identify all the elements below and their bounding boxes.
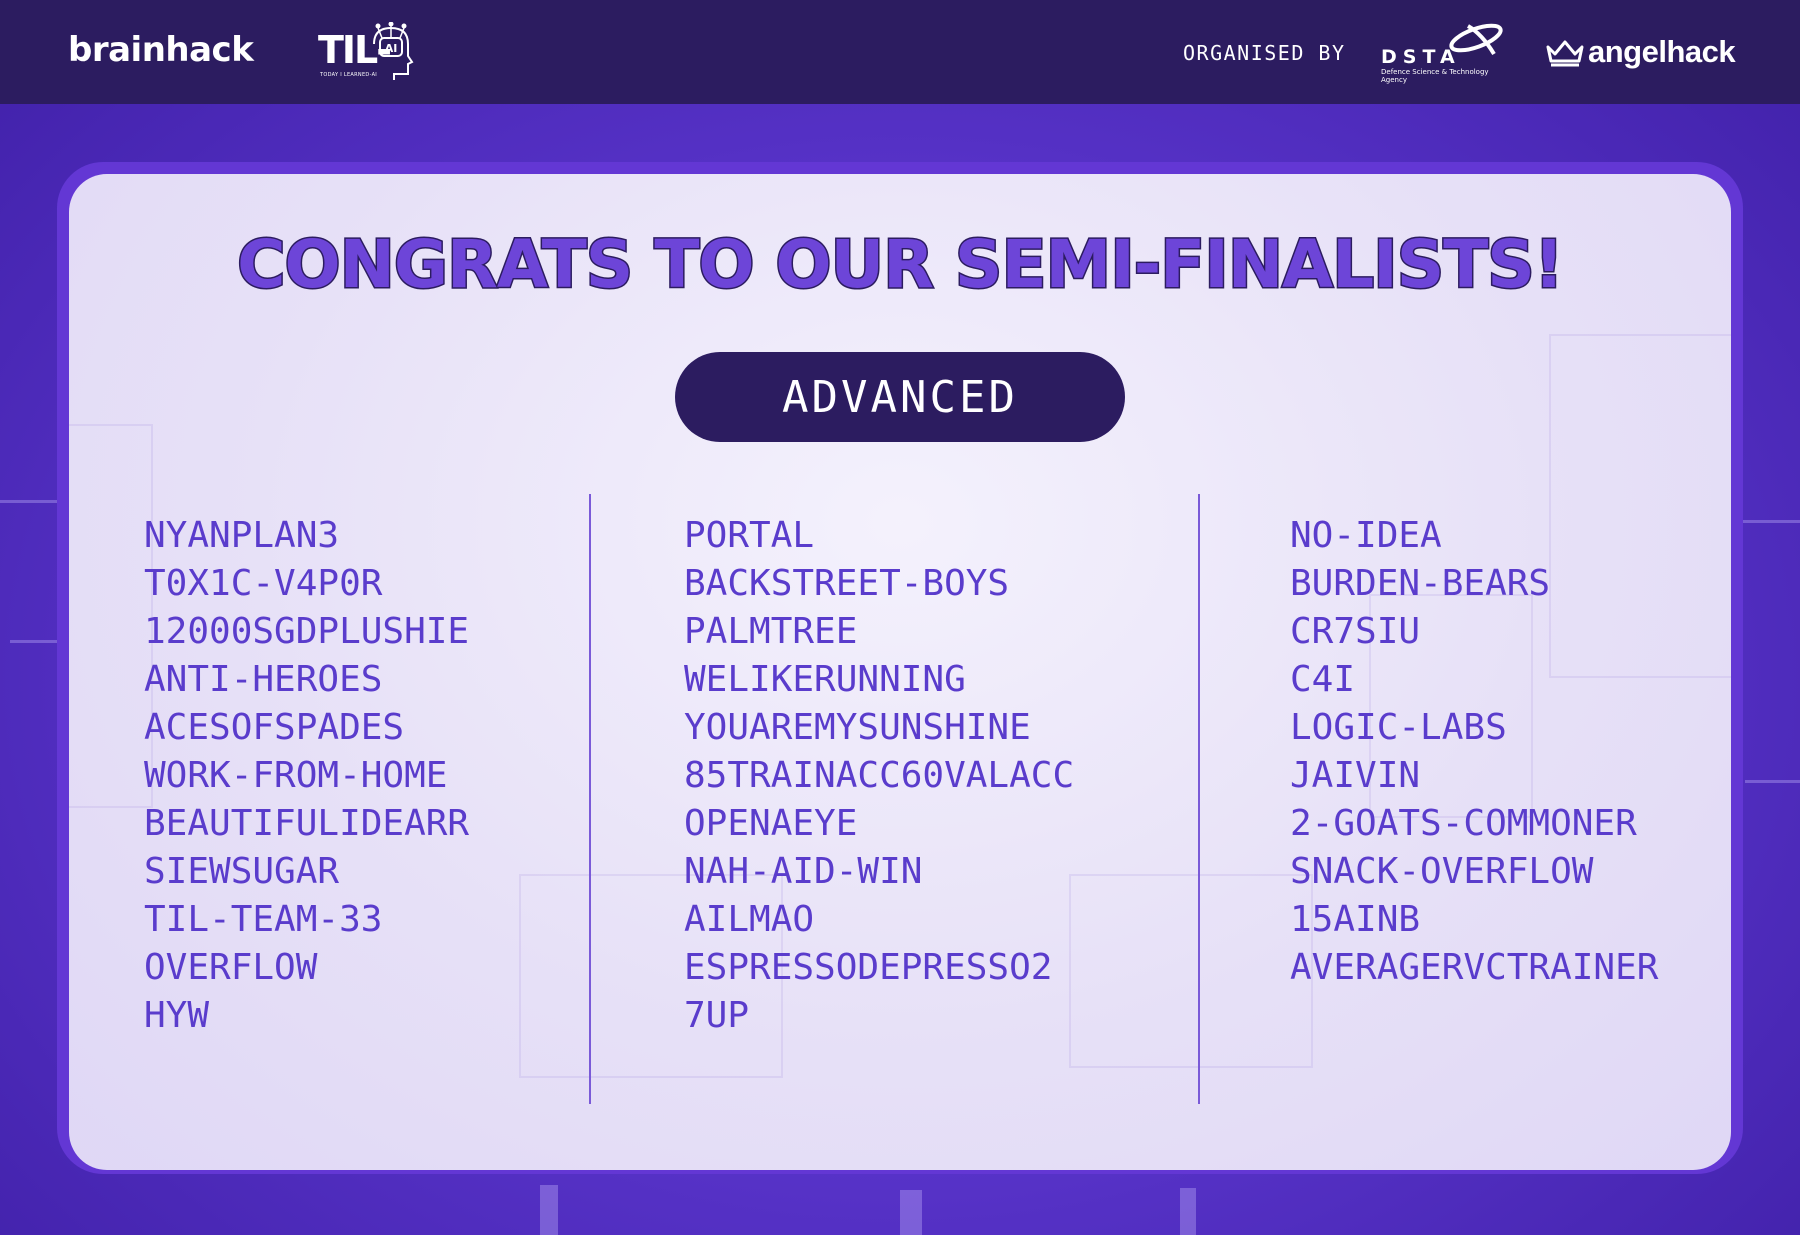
- team-name: 15AINB: [1290, 899, 1421, 940]
- team-column-2: PORTAL BACKSTREET-BOYS PALMTREE WELIKERUNNI…: [684, 512, 1074, 1040]
- team-name: 7UP: [684, 995, 750, 1036]
- crown-icon: [1546, 40, 1584, 67]
- team-name: BACKSTREET-BOYS: [684, 563, 1010, 604]
- til-tagline: TODAY I LEARNED-AI: [320, 72, 378, 78]
- team-name: JAIVIN: [1290, 755, 1421, 796]
- top-header: brainhack TIL- AI TODAY I LEARNED-AI ORG…: [0, 0, 1800, 104]
- team-name: WORK-FROM-HOME: [144, 755, 448, 796]
- team-name: OVERFLOW: [144, 947, 318, 988]
- angelhack-logo: angelhack: [1545, 34, 1736, 70]
- team-name: ACESOFSPADES: [144, 707, 405, 748]
- team-name: ESPRESSODEPRESSO2: [684, 947, 1053, 988]
- team-name: SIEWSUGAR: [144, 851, 340, 892]
- team-name: BEAUTIFULIDEARR: [144, 803, 470, 844]
- angelhack-logo-text: angelhack: [1588, 34, 1736, 69]
- team-name: T0X1C-V4P0R: [144, 563, 383, 604]
- team-column-1: NYANPLAN3 T0X1C-V4P0R 12000SGDPLUSHIE ANTI-…: [144, 512, 469, 1040]
- organised-by-label: ORGANISED BY: [1183, 41, 1346, 65]
- til-ai-logo: TIL- AI TODAY I LEARNED-AI: [318, 22, 418, 82]
- ai-badge-text: AI: [385, 42, 398, 55]
- team-name: SNACK-OVERFLOW: [1290, 851, 1594, 892]
- team-name: NAH-AID-WIN: [684, 851, 923, 892]
- team-name: PORTAL: [684, 515, 815, 556]
- team-name: 2-GOATS-COMMONER: [1290, 803, 1637, 844]
- team-name: HYW: [144, 995, 210, 1036]
- team-name: PALMTREE: [684, 611, 858, 652]
- team-name: AILMAO: [684, 899, 815, 940]
- team-name: WELIKERUNNING: [684, 659, 966, 700]
- dsta-logo-text: DSTA: [1381, 46, 1461, 68]
- team-name: BURDEN-BEARS: [1290, 563, 1551, 604]
- dsta-logo: DSTA Defence Science & Technology Agency: [1378, 20, 1508, 84]
- team-name: C4I: [1290, 659, 1356, 700]
- team-name: LOGIC-LABS: [1290, 707, 1507, 748]
- page-title: CONGRATS TO OUR SEMI-FINALISTS!: [236, 225, 1566, 305]
- team-name: NO-IDEA: [1290, 515, 1442, 556]
- team-name: YOUAREMYSUNSHINE: [684, 707, 1031, 748]
- dsta-tagline: Defence Science & Technology Agency: [1381, 68, 1489, 84]
- category-badge: ADVANCED: [675, 352, 1125, 442]
- team-name: CR7SIU: [1290, 611, 1421, 652]
- team-name: AVERAGERVCTRAINER: [1290, 947, 1659, 988]
- team-name: ANTI-HEROES: [144, 659, 383, 700]
- team-name: 85TRAINACC60VALACC: [684, 755, 1075, 796]
- column-divider: [589, 494, 591, 1104]
- team-name: TIL-TEAM-33: [144, 899, 383, 940]
- team-name: NYANPLAN3: [144, 515, 340, 556]
- column-divider: [1198, 494, 1200, 1104]
- team-column-3: NO-IDEA BURDEN-BEARS CR7SIU C4I LOGIC-LABS JA…: [1290, 512, 1658, 992]
- team-name: OPENAEYE: [684, 803, 858, 844]
- brainhack-logo: brainhack: [68, 30, 254, 70]
- team-name: 12000SGDPLUSHIE: [144, 611, 470, 652]
